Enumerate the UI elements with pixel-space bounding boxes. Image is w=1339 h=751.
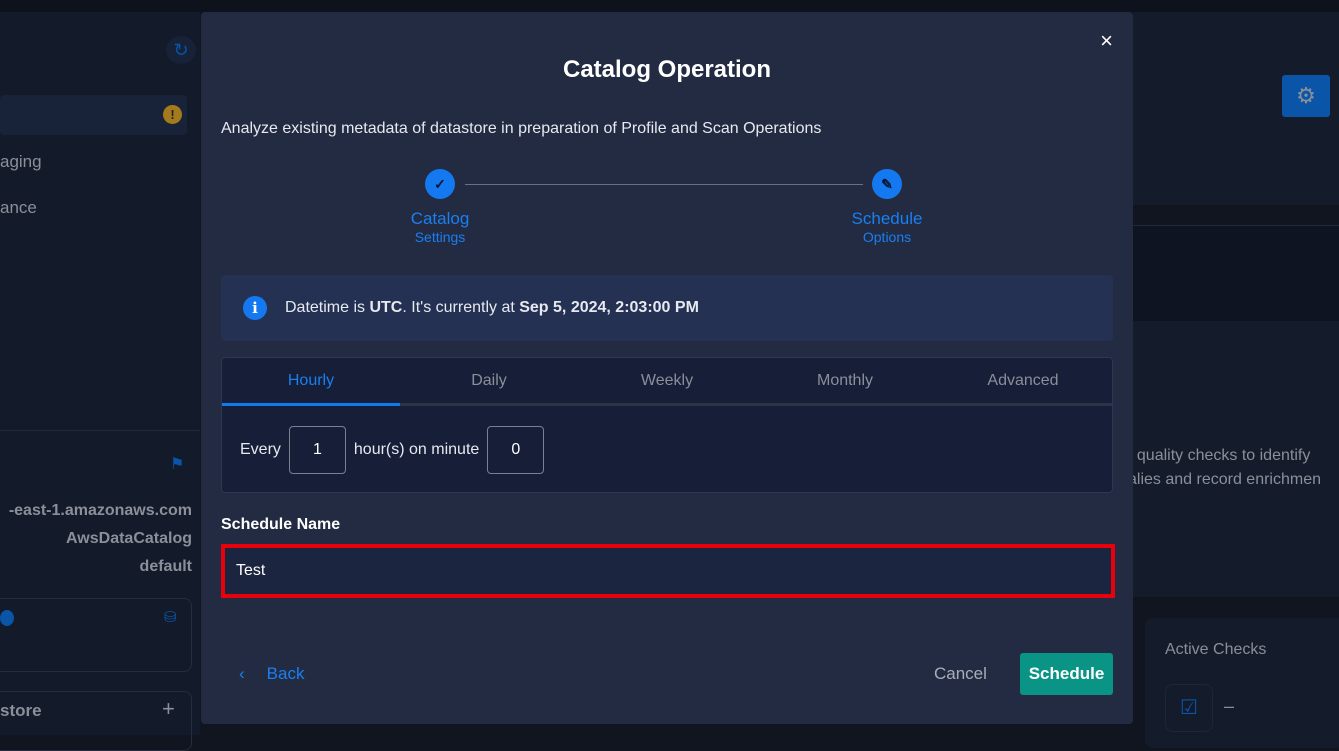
timezone-info-banner: i Datetime is UTC. It's currently at Sep… [221, 275, 1113, 341]
active-checks-label: Active Checks [1165, 641, 1267, 658]
step-schedule-options[interactable]: Schedule Options [827, 209, 947, 245]
info-prefix: Datetime is [285, 299, 370, 316]
settings-button[interactable]: ⚙ [1282, 75, 1330, 117]
every-label: Every [240, 441, 281, 458]
close-icon[interactable]: × [1100, 28, 1113, 54]
step-subtitle: Options [862, 229, 912, 245]
tab-daily[interactable]: Daily [400, 358, 578, 403]
right-band [1133, 225, 1339, 321]
hours-input[interactable] [288, 426, 346, 474]
sidebar-item-active[interactable] [0, 95, 187, 135]
chevron-left-icon: ‹ [239, 664, 245, 683]
catalog-value: AwsDataCatalog [66, 530, 192, 547]
schedule-tabs-panel: Hourly Daily Weekly Monthly Advanced Eve… [221, 357, 1113, 493]
checklist-icon: ☑ [1165, 684, 1213, 732]
tab-monthly[interactable]: Monthly [756, 358, 934, 403]
step-title: Schedule [851, 209, 923, 228]
info-timezone: UTC [369, 299, 403, 316]
datastore-label: store [0, 701, 42, 720]
cancel-button[interactable]: Cancel [934, 664, 987, 684]
database-value: default [139, 558, 192, 575]
tab-advanced[interactable]: Advanced [934, 358, 1112, 403]
back-button[interactable]: ‹ Back [239, 664, 304, 684]
active-checks-value: – [1224, 696, 1235, 716]
step-catalog-settings[interactable]: Catalog Settings [380, 209, 500, 245]
modal-title: Catalog Operation [562, 56, 772, 83]
pencil-icon[interactable]: ✎ [872, 169, 902, 199]
step-subtitle: Settings [414, 229, 466, 245]
stepper-line [465, 184, 863, 185]
step-title: Catalog [410, 209, 470, 228]
host-value: -east-1.amazonaws.com [8, 502, 192, 519]
modal-description: Analyze existing metadata of datastore i… [221, 120, 822, 137]
info-datetime: Sep 5, 2024, 2:03:00 PM [519, 299, 699, 316]
refresh-icon[interactable]: ↻ [166, 36, 196, 64]
sidebar-item[interactable]: ance [0, 198, 37, 218]
tab-hourly[interactable]: Hourly [222, 358, 400, 406]
info-icon: i [243, 296, 267, 320]
schedule-name-input[interactable] [221, 544, 1115, 598]
database-export-icon[interactable]: ⛁ [164, 608, 177, 626]
description-line: t quality checks to identify [1128, 447, 1311, 464]
description-line: alies and record enrichmen [1128, 471, 1321, 488]
back-label: Back [266, 664, 305, 683]
sidebar-item[interactable]: aging [0, 152, 42, 172]
warning-icon: ! [163, 105, 182, 124]
bookmark-icon[interactable]: ⚑ [170, 454, 184, 474]
info-icon [0, 610, 14, 626]
schedule-name-label: Schedule Name [221, 516, 341, 533]
minute-label: hour(s) on minute [353, 441, 480, 458]
top-bar [0, 0, 1339, 12]
info-middle: . It's currently at [402, 299, 520, 316]
add-icon[interactable]: + [162, 696, 175, 722]
schedule-button[interactable]: Schedule [1020, 653, 1113, 695]
check-icon[interactable]: ✓ [425, 169, 455, 199]
hourly-settings: Every hour(s) on minute [222, 406, 1112, 474]
schedule-tabs: Hourly Daily Weekly Monthly Advanced [222, 358, 1112, 406]
tab-weekly[interactable]: Weekly [578, 358, 756, 403]
minute-input[interactable] [487, 426, 545, 474]
catalog-operation-modal: × Catalog Operation Analyze existing met… [201, 12, 1133, 724]
divider [0, 430, 200, 431]
